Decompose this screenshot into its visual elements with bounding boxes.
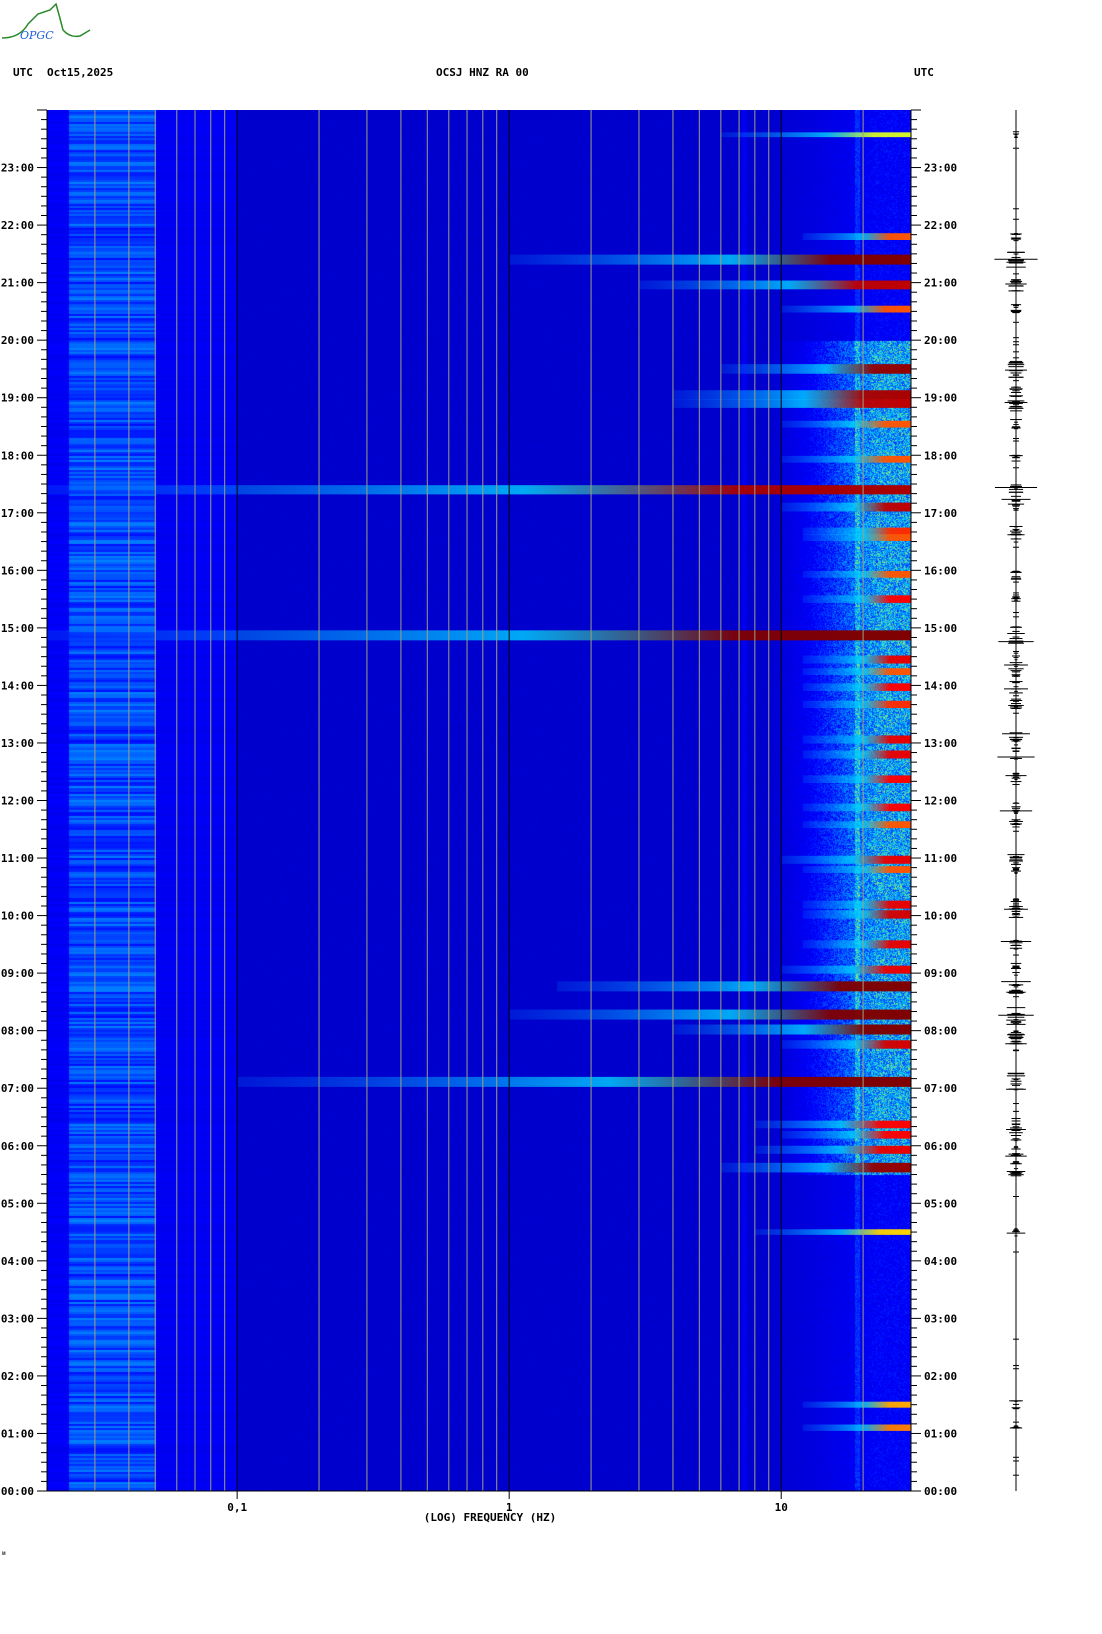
spectrogram-overlay: 0,1 1 1000:00 00:0001:00 01:0002:00 02:0003:0… <box>1 109 1038 1524</box>
spectral-event <box>720 364 911 374</box>
time-label-left: 18:00 <box>1 449 34 462</box>
time-label-right: 02:00 <box>924 1370 957 1383</box>
time-label-right: 04:00 <box>924 1255 957 1268</box>
time-label-left: 00:00 <box>1 1485 34 1498</box>
spectral-event <box>754 1120 911 1129</box>
spectral-event <box>720 132 911 138</box>
spectral-event <box>802 527 911 535</box>
spectral-event <box>509 1009 911 1020</box>
time-label-right: 11:00 <box>924 852 957 865</box>
spectral-event <box>802 1401 911 1408</box>
x-tick-label: 0,1 <box>227 1501 247 1514</box>
time-label-right: 15:00 <box>924 622 957 635</box>
time-label-right: 09:00 <box>924 967 957 980</box>
time-label-left: 23:00 <box>1 162 34 175</box>
time-label-left: 16:00 <box>1 564 34 577</box>
time-label-left: 01:00 <box>1 1427 34 1440</box>
spectral-event <box>638 280 911 290</box>
time-label-left: 22:00 <box>1 219 34 232</box>
spectral-event <box>720 1162 911 1173</box>
time-label-left: 06:00 <box>1 1140 34 1153</box>
spectral-event <box>802 233 911 240</box>
time-label-left: 11:00 <box>1 852 34 865</box>
time-label-right: 23:00 <box>924 162 957 175</box>
time-label-right: 20:00 <box>924 334 957 347</box>
spectral-event <box>802 700 911 709</box>
spectral-event <box>781 502 911 512</box>
time-label-right: 08:00 <box>924 1025 957 1038</box>
spectral-event <box>781 420 911 428</box>
spectral-event <box>802 735 911 744</box>
time-label-right: 17:00 <box>924 507 957 520</box>
time-label-right: 19:00 <box>924 392 957 405</box>
spectral-event <box>672 399 911 408</box>
spectral-event <box>802 910 911 919</box>
time-label-left: 08:00 <box>1 1025 34 1038</box>
spectral-event <box>754 1145 911 1154</box>
spectral-event <box>802 595 911 603</box>
time-label-left: 04:00 <box>1 1255 34 1268</box>
spectral-event <box>802 534 911 541</box>
time-label-right: 16:00 <box>924 564 957 577</box>
spectral-event <box>557 981 911 992</box>
spectral-event <box>802 655 911 664</box>
spectral-event <box>802 570 911 578</box>
spectral-event <box>802 775 911 784</box>
time-label-left: 02:00 <box>1 1370 34 1383</box>
time-label-right: 14:00 <box>924 679 957 692</box>
spectral-event <box>509 254 911 265</box>
time-label-left: 07:00 <box>1 1082 34 1095</box>
time-label-right: 10:00 <box>924 910 957 923</box>
spectral-event <box>802 668 911 676</box>
spectral-event <box>781 305 911 313</box>
spectral-event <box>802 866 911 873</box>
time-label-right: 00:00 <box>924 1485 957 1498</box>
time-label-left: 19:00 <box>1 392 34 405</box>
time-label-right: 01:00 <box>924 1427 957 1440</box>
time-label-right: 21:00 <box>924 277 957 290</box>
time-label-left: 05:00 <box>1 1197 34 1210</box>
time-label-right: 05:00 <box>924 1197 957 1210</box>
spectral-event <box>802 940 911 949</box>
time-label-right: 22:00 <box>924 219 957 232</box>
time-label-right: 13:00 <box>924 737 957 750</box>
time-label-left: 10:00 <box>1 910 34 923</box>
time-label-right: 06:00 <box>924 1140 957 1153</box>
time-label-left: 09:00 <box>1 967 34 980</box>
time-label-left: 14:00 <box>1 679 34 692</box>
x-axis-label: (LOG) FREQUENCY (HZ) <box>424 1511 556 1524</box>
spectral-event <box>781 455 911 463</box>
time-label-left: 13:00 <box>1 737 34 750</box>
x-tick-label: 10 <box>775 1501 788 1514</box>
time-label-left: 17:00 <box>1 507 34 520</box>
spectral-event <box>802 821 911 829</box>
time-label-left: 12:00 <box>1 795 34 808</box>
time-label-right: 18:00 <box>924 449 957 462</box>
spectral-event <box>802 1424 911 1431</box>
spectral-event <box>802 803 911 812</box>
time-label-left: 03:00 <box>1 1312 34 1325</box>
spectral-event <box>781 855 911 864</box>
time-label-left: 20:00 <box>1 334 34 347</box>
spectral-event <box>802 750 911 759</box>
time-label-left: 21:00 <box>1 277 34 290</box>
spectral-event <box>802 900 911 909</box>
corner-mark: ᴍ <box>2 1550 6 1557</box>
time-label-right: 03:00 <box>924 1312 957 1325</box>
spectral-event <box>781 1040 911 1049</box>
time-label-right: 12:00 <box>924 795 957 808</box>
spectral-event <box>672 1024 911 1035</box>
time-label-left: 15:00 <box>1 622 34 635</box>
spectral-event <box>781 1131 911 1139</box>
spectral-event <box>672 390 911 400</box>
spectral-event <box>237 1076 911 1087</box>
spectral-event <box>754 1229 911 1235</box>
spectral-event <box>802 683 911 691</box>
spectral-event <box>781 965 911 974</box>
time-label-right: 07:00 <box>924 1082 957 1095</box>
